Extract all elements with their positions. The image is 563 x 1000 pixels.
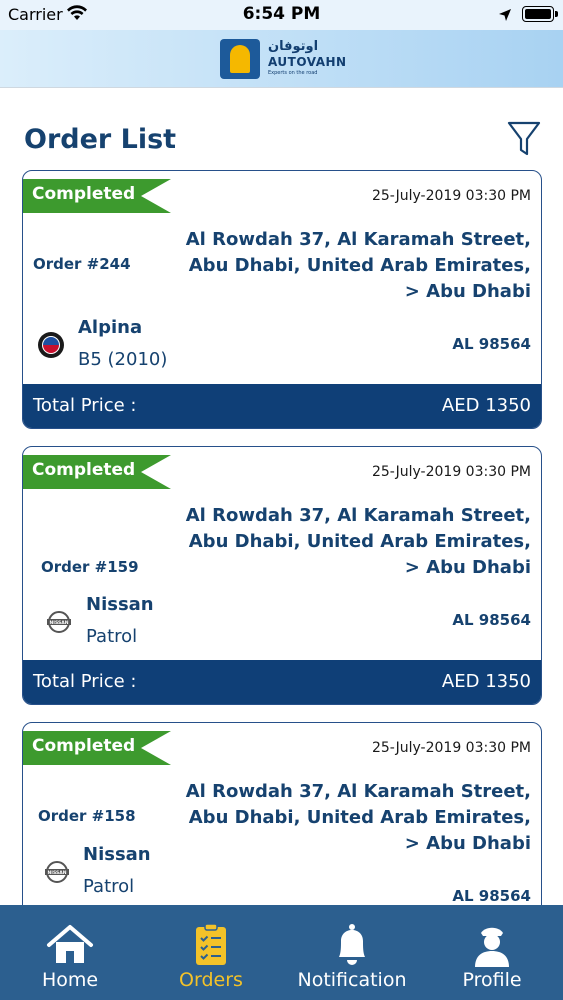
car-model: Patrol xyxy=(86,626,138,647)
total-price-bar: Total Price : AED 1350 xyxy=(23,660,541,704)
car-model: B5 (2010) xyxy=(78,349,168,370)
orders-icon xyxy=(186,923,236,967)
order-card[interactable]: Completed 25-July-2019 03:30 PM Order #1… xyxy=(22,446,542,705)
plate-number: AL 98564 xyxy=(452,887,531,905)
status-badge: Completed xyxy=(23,179,171,213)
filter-icon[interactable] xyxy=(506,120,542,158)
nissan-logo-icon: NISSAN xyxy=(43,858,71,886)
svg-text:NISSAN: NISSAN xyxy=(50,620,69,626)
status-bar: Carrier 6:54 PM xyxy=(0,0,563,30)
order-date: 25-July-2019 03:30 PM xyxy=(371,464,531,480)
logo-mark-icon xyxy=(220,39,260,79)
tab-home[interactable]: Home xyxy=(0,905,140,1000)
order-address: Al Rowdah 37, Al Karamah Street, Abu Dha… xyxy=(185,505,531,578)
total-price-label: Total Price : xyxy=(33,671,137,692)
tab-label: Profile xyxy=(462,969,522,991)
location-arrow-icon xyxy=(498,7,512,26)
order-address: Al Rowdah 37, Al Karamah Street, Abu Dha… xyxy=(185,229,531,302)
autovahn-logo: اوتوفان AUTOVAHN Experts on the road xyxy=(218,37,348,81)
tab-label: Orders xyxy=(179,969,243,991)
brand-arabic: اوتوفان xyxy=(268,39,319,54)
brand-name: AUTOVAHN xyxy=(268,55,347,69)
tab-bar: Home Orders Notification Profile xyxy=(0,905,563,1000)
total-price-bar: Total Price : AED 1350 xyxy=(23,384,541,428)
bell-icon xyxy=(327,923,377,967)
tab-label: Notification xyxy=(297,969,407,991)
car-make: Nissan xyxy=(86,594,154,615)
total-price-label: Total Price : xyxy=(33,395,137,416)
plate-number: AL 98564 xyxy=(452,611,531,629)
plate-number: AL 98564 xyxy=(452,335,531,353)
tab-profile[interactable]: Profile xyxy=(422,905,562,1000)
page-title: Order List xyxy=(24,124,177,155)
battery-icon xyxy=(522,6,558,22)
car-make: Nissan xyxy=(83,844,151,865)
app-header: اوتوفان AUTOVAHN Experts on the road xyxy=(0,30,563,88)
order-number: Order #244 xyxy=(33,255,131,273)
tab-notification[interactable]: Notification xyxy=(282,905,422,1000)
order-number: Order #159 xyxy=(41,558,139,576)
status-badge: Completed xyxy=(23,731,171,765)
alpina-logo-icon xyxy=(37,331,65,359)
order-number: Order #158 xyxy=(38,807,136,825)
order-date: 25-July-2019 03:30 PM xyxy=(371,740,531,756)
status-badge: Completed xyxy=(23,455,171,489)
car-make: Alpina xyxy=(78,317,143,338)
clock-label: 6:54 PM xyxy=(242,4,321,24)
order-address: Al Rowdah 37, Al Karamah Street, Abu Dha… xyxy=(185,781,531,854)
order-card[interactable]: Completed 25-July-2019 03:30 PM Order #1… xyxy=(22,722,542,922)
home-icon xyxy=(45,923,95,967)
brand-tagline: Experts on the road xyxy=(268,70,318,76)
tab-label: Home xyxy=(41,969,99,991)
nissan-logo-icon: NISSAN xyxy=(45,608,73,636)
svg-text:NISSAN: NISSAN xyxy=(48,870,67,876)
profile-icon xyxy=(467,923,517,967)
tab-orders[interactable]: Orders xyxy=(141,905,281,1000)
order-card[interactable]: Completed 25-July-2019 03:30 PM Order #2… xyxy=(22,170,542,429)
car-model: Patrol xyxy=(83,876,135,897)
order-date: 25-July-2019 03:30 PM xyxy=(371,188,531,204)
total-price-value: AED 1350 xyxy=(441,671,531,692)
total-price-value: AED 1350 xyxy=(441,395,531,416)
